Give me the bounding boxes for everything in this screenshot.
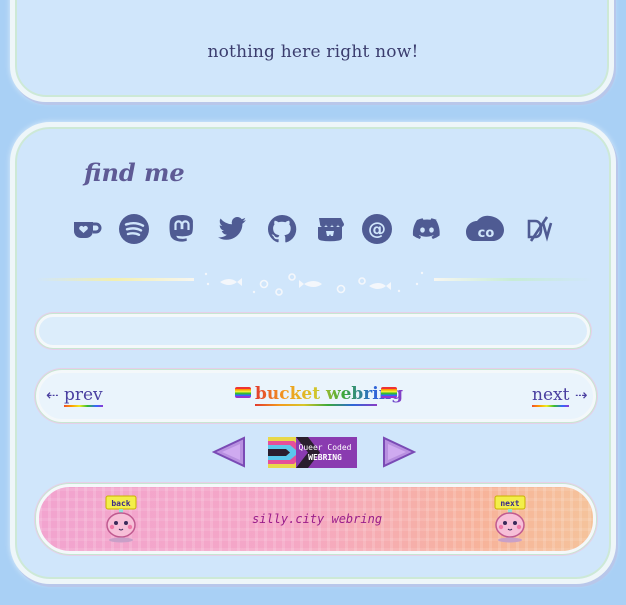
next-bot-label: next	[500, 499, 519, 508]
svg-text:@: @	[368, 219, 386, 240]
silly-city-webring-link[interactable]: silly.city webring	[252, 512, 382, 526]
fish-divider	[36, 271, 592, 296]
spotify-icon[interactable]	[117, 212, 151, 246]
cohost-icon[interactable]: co	[464, 212, 508, 246]
back-label: back	[111, 499, 130, 508]
itchio-icon[interactable]	[313, 212, 347, 246]
at-sign-icon[interactable]: @	[360, 212, 394, 246]
svg-text:co: co	[478, 226, 495, 241]
find-me-heading: find me	[84, 158, 185, 187]
webring-prev-link[interactable]: ⇠ prev	[46, 385, 103, 407]
prev-label: prev	[63, 385, 103, 407]
prev-arrow-icon: ⇠	[46, 386, 59, 404]
pride-flag-icon	[381, 387, 397, 398]
empty-message: nothing here right now!	[207, 42, 419, 62]
next-label: next	[532, 385, 570, 407]
badge-line1: Queer Coded	[299, 443, 352, 452]
webring-embed-empty	[36, 314, 590, 348]
queer-coded-webring-badge[interactable]: Queer Coded WEBRING	[268, 437, 357, 468]
github-icon[interactable]	[265, 212, 299, 246]
ko-fi-icon[interactable]	[70, 212, 104, 246]
silly-back-button[interactable]: back	[104, 494, 138, 544]
silly-next-button[interactable]: next	[493, 494, 527, 544]
queer-webring-next-arrow[interactable]	[382, 436, 416, 468]
queer-webring-prev-arrow[interactable]	[212, 436, 246, 468]
badge-line2: WEBRING	[308, 453, 342, 462]
discord-icon[interactable]	[410, 212, 444, 246]
pride-flag-icon	[235, 387, 251, 398]
next-arrow-icon: ⇢	[574, 386, 588, 404]
title-underline	[255, 404, 377, 406]
dreamwidth-icon[interactable]	[522, 212, 556, 246]
twitter-icon[interactable]	[215, 212, 249, 246]
webring-next-link[interactable]: next ⇢	[532, 385, 588, 407]
mastodon-icon[interactable]	[165, 212, 199, 246]
